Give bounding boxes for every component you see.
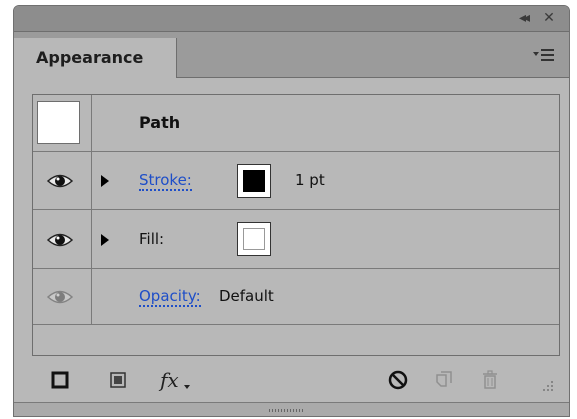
add-new-stroke-icon[interactable] xyxy=(48,368,72,392)
duplicate-item-icon xyxy=(436,371,452,387)
clear-appearance-icon[interactable] xyxy=(386,368,410,392)
stroke-link[interactable]: Stroke: xyxy=(139,171,192,191)
column-divider xyxy=(91,269,92,325)
panel-titlebar[interactable]: ◂◂ ✕ xyxy=(14,6,569,32)
tab-row: Appearance xyxy=(14,32,569,78)
column-divider xyxy=(91,210,92,269)
fill-swatch-color xyxy=(243,228,265,250)
expand-arrow-icon[interactable] xyxy=(101,234,109,246)
add-new-fill-icon[interactable] xyxy=(106,368,130,392)
panel-status-bar xyxy=(14,402,569,416)
fill-row[interactable]: Fill: xyxy=(33,210,559,269)
expand-arrow-icon[interactable] xyxy=(101,175,109,187)
panel-menu-icon[interactable] xyxy=(533,46,555,64)
opacity-link[interactable]: Opacity: xyxy=(139,287,201,307)
object-type-label: Path xyxy=(139,113,181,132)
appearance-panel: ◂◂ ✕ Appearance Path Stroke: 1 pt Fill: … xyxy=(13,5,570,417)
add-new-effect-icon[interactable]: fx xyxy=(158,368,192,392)
bottom-toolbar: fx xyxy=(14,362,569,398)
column-divider xyxy=(91,152,92,210)
tab-appearance[interactable]: Appearance xyxy=(14,38,177,78)
stroke-swatch-color xyxy=(243,170,265,192)
stroke-weight-value: 1 pt xyxy=(295,171,325,189)
appearance-list: Path Stroke: 1 pt Fill: Opacity: Default xyxy=(32,94,560,356)
visibility-eye-icon xyxy=(47,290,73,304)
resize-grip-icon[interactable] xyxy=(538,376,554,392)
collapse-icon[interactable]: ◂◂ xyxy=(513,9,533,27)
fill-swatch[interactable] xyxy=(237,222,271,256)
path-thumbnail xyxy=(37,101,80,144)
opacity-value: Default xyxy=(219,287,274,305)
fx-label: fx xyxy=(158,368,179,392)
visibility-eye-icon[interactable] xyxy=(47,231,73,249)
close-icon[interactable]: ✕ xyxy=(539,9,559,27)
empty-row xyxy=(33,325,559,357)
fill-label: Fill: xyxy=(139,230,165,248)
object-row[interactable]: Path xyxy=(33,95,559,152)
opacity-row[interactable]: Opacity: Default xyxy=(33,269,559,325)
delete-item-icon xyxy=(483,370,497,389)
stroke-row[interactable]: Stroke: 1 pt xyxy=(33,152,559,210)
drag-grip[interactable] xyxy=(269,409,303,412)
stroke-swatch[interactable] xyxy=(237,164,271,198)
visibility-eye-icon[interactable] xyxy=(47,172,73,190)
column-divider xyxy=(91,95,92,152)
